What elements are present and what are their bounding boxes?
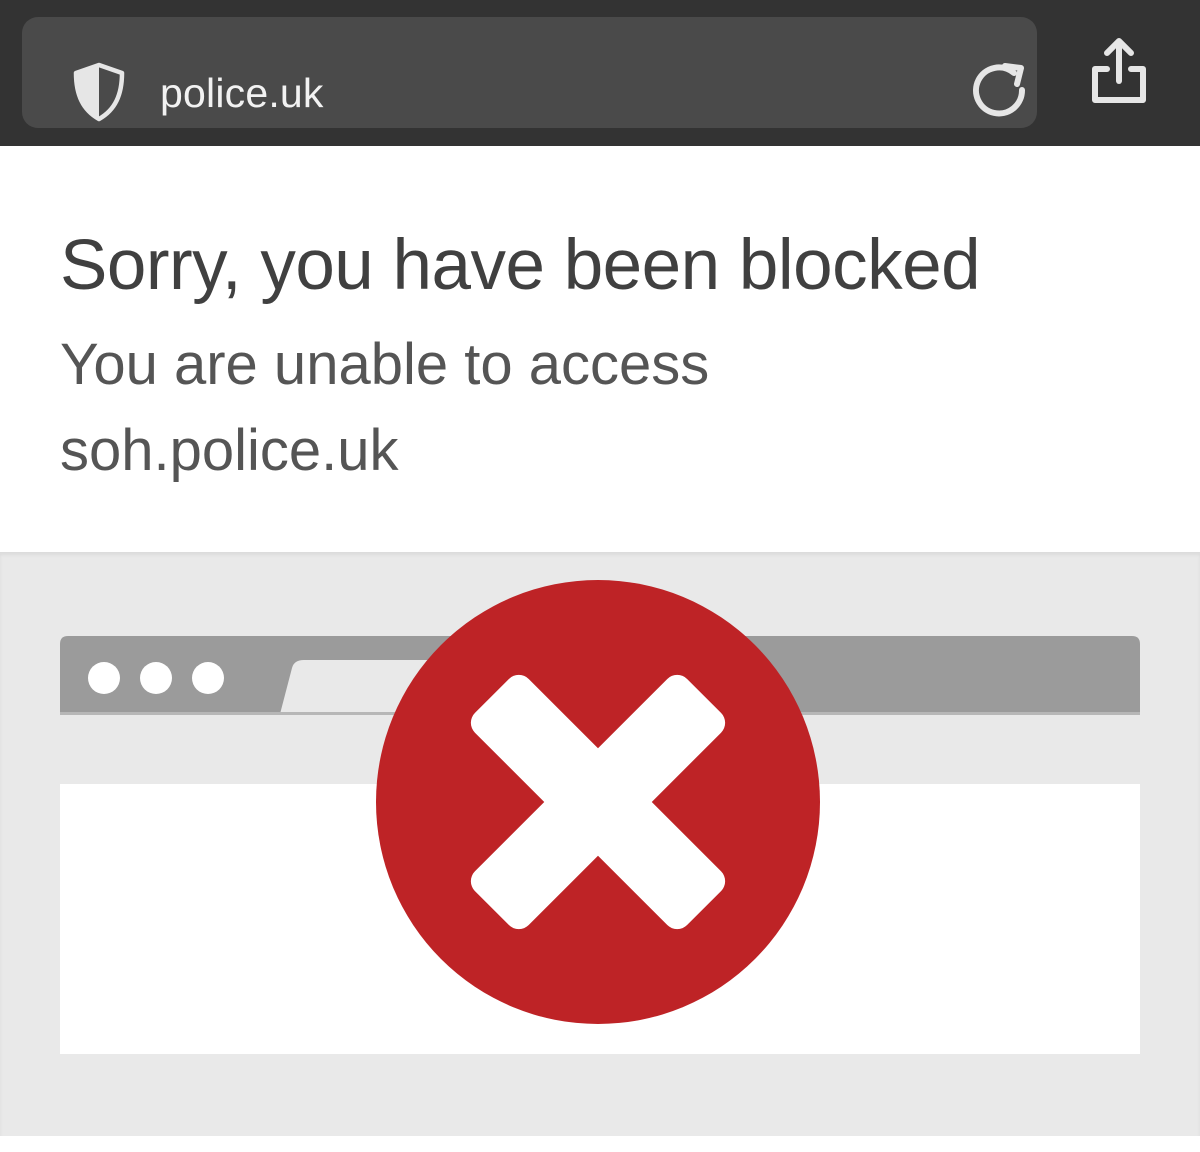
page-subtitle: You are unable to access soh.police.uk — [60, 332, 710, 483]
browser-window-illustration — [60, 580, 1140, 1054]
window-dot-icon — [88, 662, 120, 694]
share-icon[interactable] — [1086, 36, 1152, 108]
url-text[interactable]: police.uk — [160, 65, 324, 121]
window-dot-icon — [192, 662, 224, 694]
page-footer-strip — [0, 1136, 1200, 1152]
window-dot-icon — [140, 662, 172, 694]
error-message: Sorry, you have been blocked You are una… — [0, 146, 1200, 552]
blocked-illustration — [0, 552, 1200, 1136]
browser-toolbar: police.uk — [0, 0, 1200, 146]
page-title: Sorry, you have been blocked — [60, 226, 981, 305]
shield-icon[interactable] — [68, 61, 130, 123]
reload-icon[interactable] — [966, 57, 1032, 123]
address-bar[interactable]: police.uk — [22, 17, 1037, 128]
